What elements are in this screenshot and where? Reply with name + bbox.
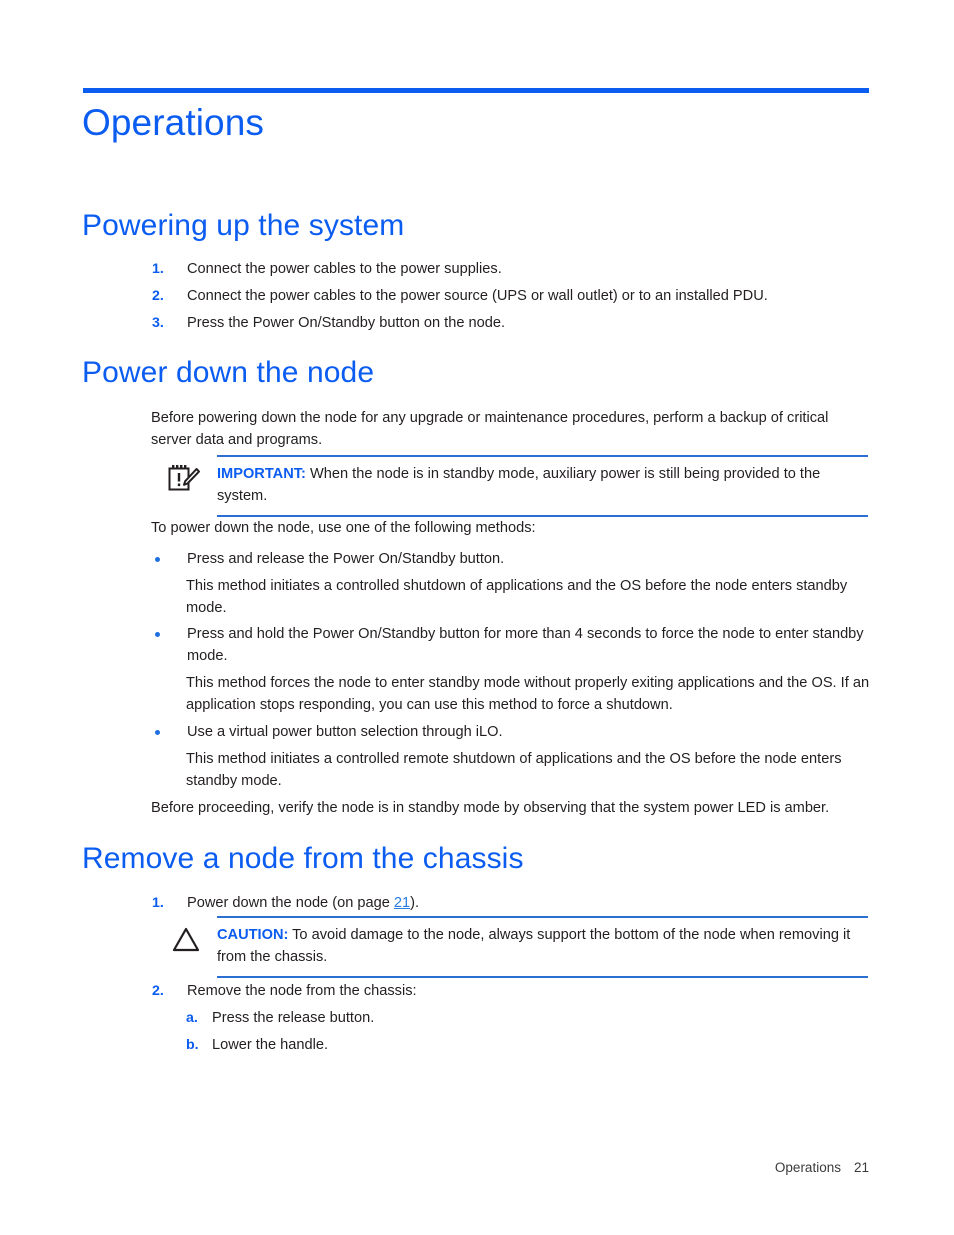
closing-paragraph: Before proceeding, verify the node is in…	[151, 800, 830, 816]
note-label: CAUTION:	[217, 927, 289, 943]
list-item-text: Use a virtual power button selection thr…	[187, 724, 503, 740]
lead-in-paragraph: To power down the node, use one of the f…	[151, 520, 536, 536]
page-cross-reference-link[interactable]: 21	[394, 895, 410, 911]
note-text: When the node is in standby mode, auxili…	[217, 466, 821, 504]
list-item-text: Connect the power cables to the power so…	[187, 288, 768, 304]
list-marker: 1.	[152, 261, 164, 277]
list-marker: 2.	[152, 983, 164, 999]
note-rule-bottom	[217, 976, 868, 978]
list-item: Press and hold the Power On/Standby butt…	[152, 624, 872, 667]
bullet-icon	[155, 730, 160, 735]
footer-page-number: 21	[853, 1160, 869, 1175]
list-item-detail: This method forces the node to enter sta…	[186, 675, 870, 713]
bullet-icon	[155, 632, 160, 637]
list-item-text: Lower the handle.	[212, 1037, 329, 1053]
list-item: Use a virtual power button selection thr…	[152, 722, 872, 744]
list-marker: b.	[186, 1037, 199, 1053]
list-marker: 3.	[152, 315, 164, 331]
list-item: a. Press the release button.	[186, 1008, 872, 1030]
list-item: 1. Connect the power cables to the power…	[152, 259, 872, 281]
list-marker: 2.	[152, 288, 164, 304]
header-rule	[83, 88, 869, 93]
bullet-icon	[155, 557, 160, 562]
list-item-text: Connect the power cables to the power su…	[187, 261, 502, 277]
list-item-text-before-link: Power down the node (on page	[187, 895, 394, 911]
list-item: 2. Remove the node from the chassis:	[152, 981, 872, 1003]
list-item-text: Remove the node from the chassis:	[187, 983, 417, 999]
heading-power-down-the-node: Power down the node	[82, 356, 375, 389]
note-text: To avoid damage to the node, always supp…	[217, 927, 851, 965]
warning-triangle-icon	[171, 925, 205, 955]
list-item-text: Press and hold the Power On/Standby butt…	[187, 626, 864, 664]
note-rule-top	[217, 916, 868, 918]
list-item: 2. Connect the power cables to the power…	[152, 286, 872, 308]
list-item-text-after-link: ).	[410, 895, 420, 911]
list-item-text: Press the Power On/Standby button on the…	[187, 315, 506, 331]
note-body: CAUTION: To avoid damage to the node, al…	[217, 925, 868, 968]
caution-note: CAUTION: To avoid damage to the node, al…	[172, 916, 868, 978]
list-item: Press and release the Power On/Standby b…	[152, 549, 872, 571]
list-item: 1. Power down the node (on page 21).	[152, 893, 872, 915]
footer-section-label: Operations	[774, 1160, 841, 1175]
note-label: IMPORTANT:	[217, 466, 306, 482]
list-item: 3. Press the Power On/Standby button on …	[152, 313, 872, 335]
intro-paragraph: Before powering down the node for any up…	[151, 410, 829, 448]
note-rule-top	[217, 455, 868, 457]
page-footer: Operations 21	[0, 1160, 869, 1175]
note-body: IMPORTANT: When the node is in standby m…	[217, 464, 868, 507]
heading-remove-a-node-from-the-chassis: Remove a node from the chassis	[82, 842, 524, 875]
list-item: b. Lower the handle.	[186, 1035, 872, 1057]
list-item-detail: This method initiates a controlled remot…	[186, 751, 842, 789]
important-note: IMPORTANT: When the node is in standby m…	[168, 455, 868, 517]
note-rule-bottom	[217, 515, 868, 517]
page-title: Operations	[82, 102, 264, 143]
list-marker: a.	[186, 1010, 198, 1026]
heading-powering-up-the-system: Powering up the system	[82, 209, 405, 242]
list-item-text: Press the release button.	[212, 1010, 375, 1026]
note-pencil-icon	[167, 463, 201, 493]
document-page: Operations Powering up the system 1. Con…	[0, 0, 954, 1235]
list-marker: 1.	[152, 895, 164, 911]
list-item-text: Press and release the Power On/Standby b…	[187, 551, 505, 567]
list-item-detail: This method initiates a controlled shutd…	[186, 578, 848, 616]
list-item-text: Power down the node (on page 21).	[187, 893, 872, 915]
